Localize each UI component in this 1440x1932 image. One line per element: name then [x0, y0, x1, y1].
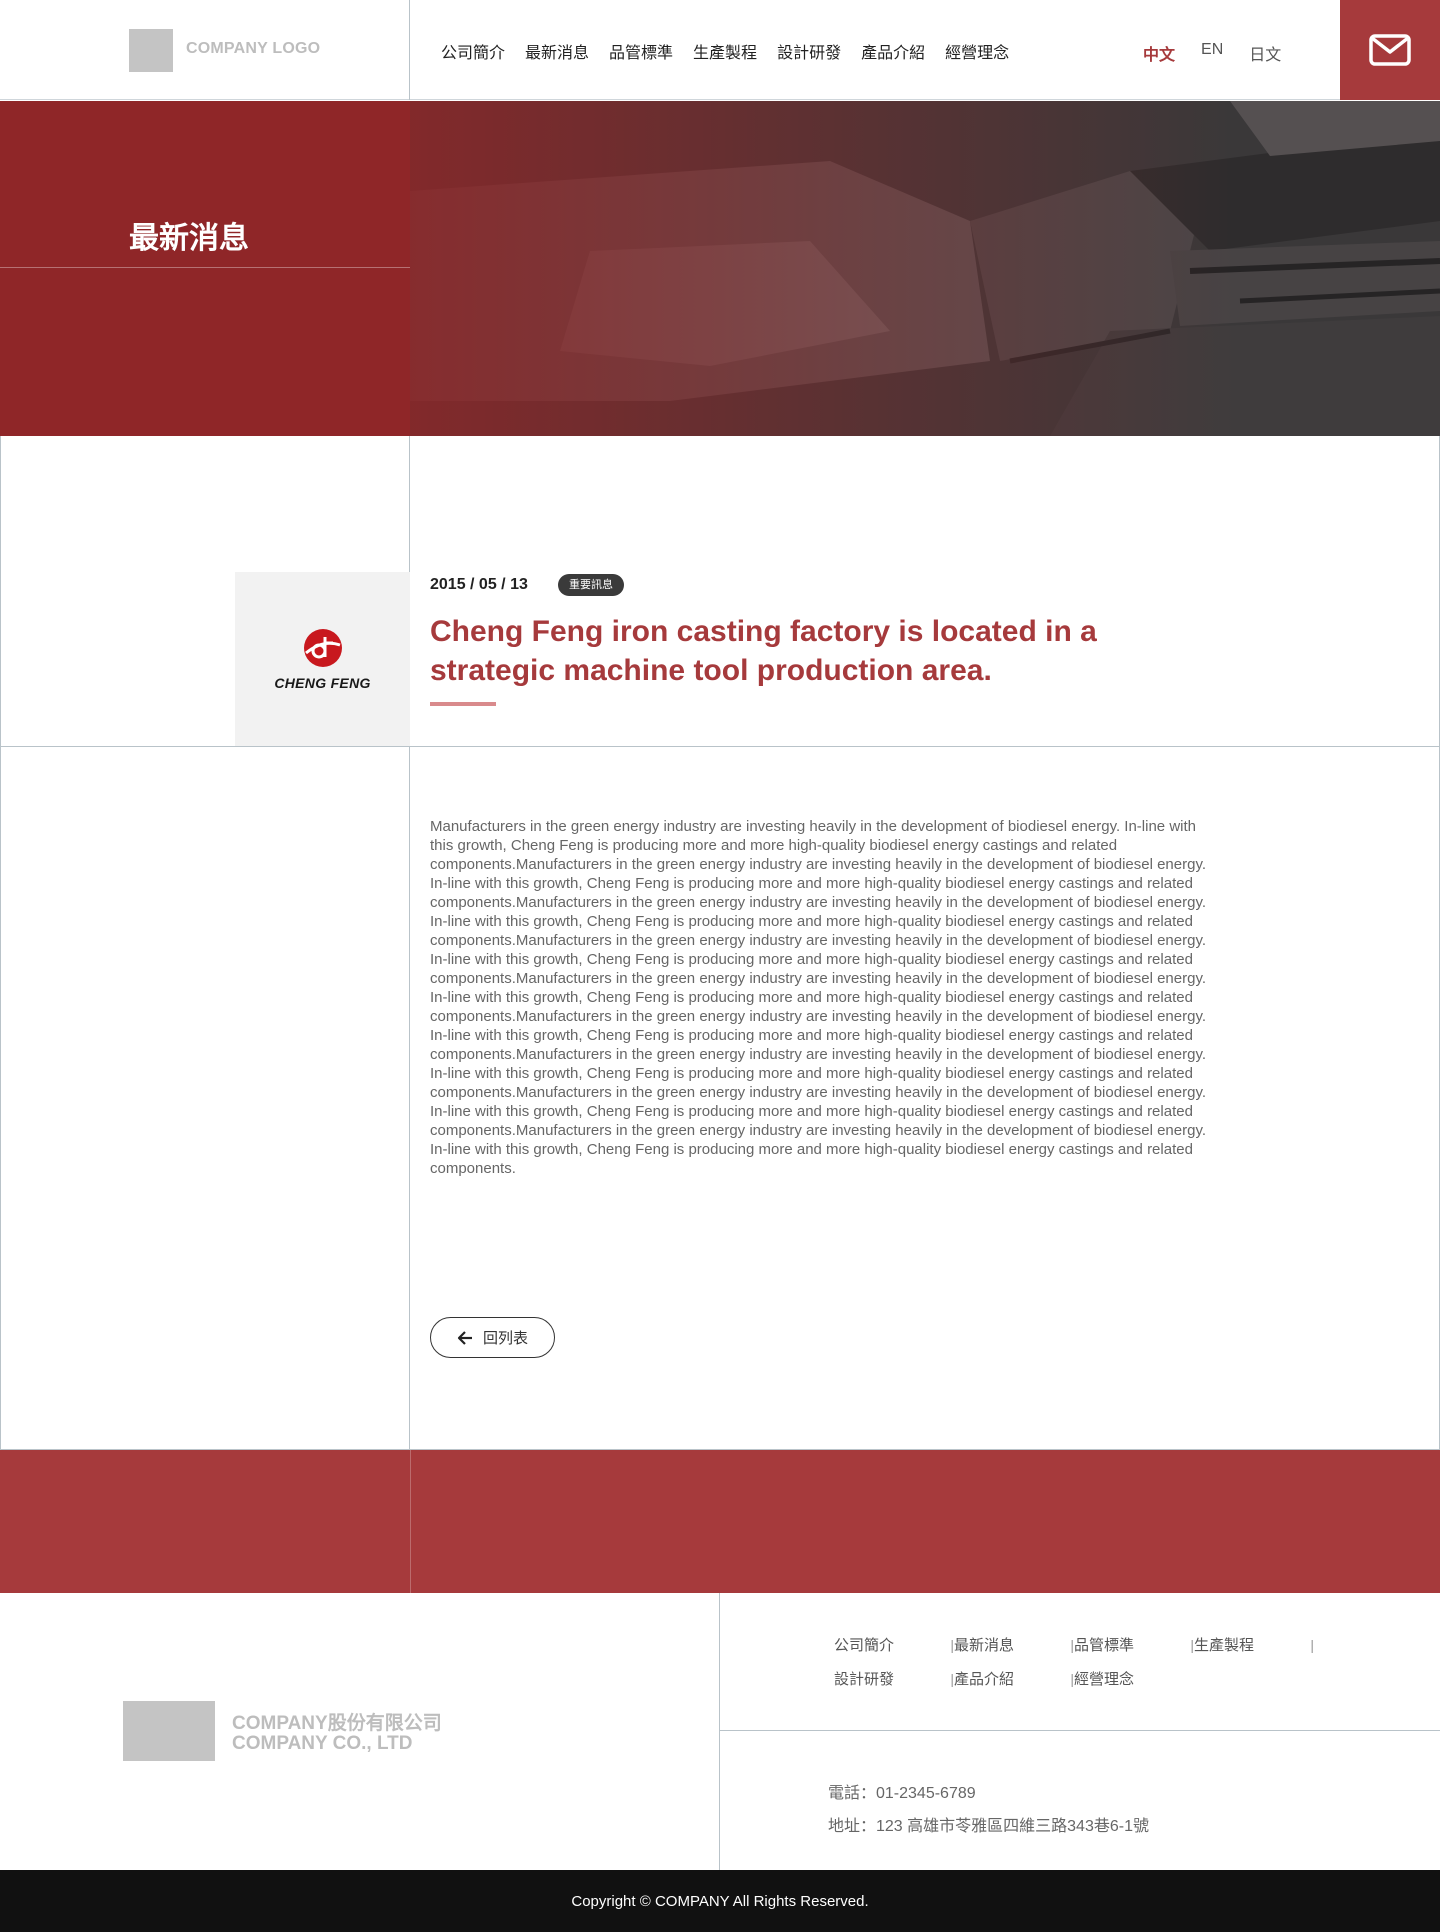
footer-phone: 電話：01-2345-6789	[828, 1785, 976, 1802]
lang-japanese[interactable]: 日文	[1249, 41, 1281, 65]
footer-nav-design[interactable]: 設計研發 |	[834, 1668, 954, 1689]
footer-nav-label: 最新消息	[954, 1637, 1015, 1654]
footer-company-name-cn: COMPANY股份有限公司	[232, 1713, 442, 1734]
footer-nav-label: 經營理念	[1074, 1671, 1135, 1688]
page-hero: 最新消息	[0, 101, 1440, 436]
main-nav: 公司簡介 最新消息 品管標準 生產製程 設計研發 產品介紹 經營理念	[441, 39, 1009, 63]
footer-nav-philosophy[interactable]: 經營理念	[1074, 1668, 1194, 1689]
footer-nav-news[interactable]: 最新消息 |	[954, 1634, 1074, 1655]
footer-nav-label: 生產製程	[1194, 1637, 1255, 1654]
footer-nav: 公司簡介 | 最新消息 | 品管標準 | 生產製程 | 設計研發 | 產品介紹 | 經營理念	[834, 1634, 1314, 1689]
back-to-list-label: 回列表	[482, 1330, 528, 1347]
contact-mail-button[interactable]	[1340, 0, 1440, 100]
back-to-list-button[interactable]: 回列表	[430, 1317, 555, 1358]
copyright-text: Copyright © COMPANY All Rights Reserved.	[571, 1892, 869, 1910]
footer-nav-label: 品管標準	[1074, 1637, 1135, 1654]
article-logo-text: CHENG FENG	[274, 675, 371, 691]
header-divider	[409, 0, 410, 100]
lang-chinese[interactable]: 中文	[1143, 41, 1175, 65]
footer-nav-label: 公司簡介	[834, 1637, 895, 1654]
article-date: 2015 / 05 / 13	[430, 576, 528, 593]
mail-icon	[1369, 34, 1411, 66]
company-logo-text[interactable]: COMPANY LOGO	[186, 40, 320, 58]
grid-left-border	[0, 436, 1, 1450]
footer-logo-placeholder	[123, 1701, 215, 1761]
page-title: 最新消息	[129, 222, 249, 255]
nav-item-philosophy[interactable]: 經營理念	[945, 39, 1009, 63]
decorative-red-band	[0, 1450, 1440, 1593]
hero-title-panel	[0, 101, 410, 436]
footer-address: 地址：123 高雄市苓雅區四維三路343巷6-1號	[828, 1818, 1149, 1835]
casting-mold-illustration	[410, 101, 1440, 436]
nav-item-quality[interactable]: 品管標準	[609, 39, 673, 63]
footer-nav-about[interactable]: 公司簡介 |	[834, 1634, 954, 1655]
lang-english[interactable]: EN	[1201, 41, 1223, 65]
nav-item-products[interactable]: 產品介紹	[861, 39, 925, 63]
hero-casting-image	[410, 101, 1440, 436]
article-category-badge: 重要訊息	[558, 574, 624, 596]
footer-nav-label: 產品介紹	[954, 1671, 1015, 1688]
article-body: Manufacturers in the green energy indust…	[430, 818, 1207, 1177]
footer-column-divider	[719, 1593, 720, 1870]
title-accent-underline	[430, 702, 496, 706]
nav-item-news[interactable]: 最新消息	[525, 39, 589, 63]
arrow-left-icon	[457, 1330, 472, 1345]
article-title: Cheng Feng iron casting factory is locat…	[430, 615, 1097, 687]
footer-nav-process[interactable]: 生產製程 |	[1194, 1634, 1314, 1655]
cheng-feng-logo-icon	[303, 629, 342, 667]
language-switcher: 中文 EN 日文	[1143, 41, 1281, 65]
company-logo-placeholder[interactable]	[129, 29, 173, 72]
footer-nav-quality[interactable]: 品管標準 |	[1074, 1634, 1194, 1655]
nav-item-process[interactable]: 生產製程	[693, 39, 757, 63]
copyright-bar: Copyright © COMPANY All Rights Reserved.	[0, 1870, 1440, 1932]
footer-row-divider	[719, 1730, 1440, 1731]
article-thumbnail: CHENG FENG	[235, 572, 410, 746]
footer-nav-label: 設計研發	[834, 1671, 895, 1688]
site-header: COMPANY LOGO 公司簡介 最新消息 品管標準 生產製程 設計研發 產品…	[0, 0, 1440, 100]
red-band-divider	[410, 1450, 411, 1593]
article-header-divider	[0, 746, 1440, 747]
footer-nav-products[interactable]: 產品介紹 |	[954, 1668, 1074, 1689]
nav-item-design[interactable]: 設計研發	[777, 39, 841, 63]
hero-divider	[0, 267, 410, 268]
footer-company-name-en: COMPANY CO., LTD	[232, 1733, 413, 1754]
nav-item-about[interactable]: 公司簡介	[441, 39, 505, 63]
footer-nav-separator: |	[1310, 1636, 1314, 1653]
